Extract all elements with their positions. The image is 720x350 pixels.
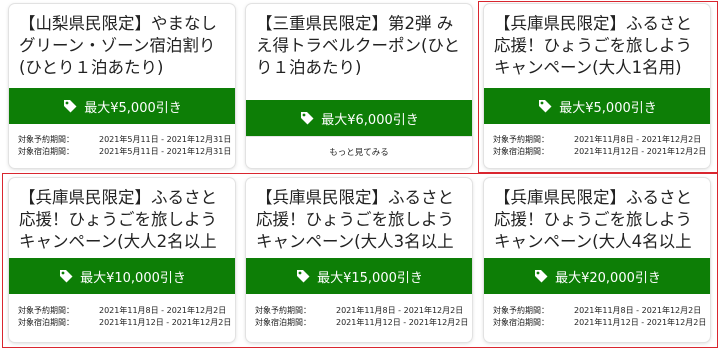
discount-label: 最大¥5,000引き (559, 100, 657, 116)
discount-button[interactable]: 最大¥5,000引き (484, 88, 710, 124)
coupon-card-yamanashi[interactable]: 【山梨県民限定】やまなしグリーン・ゾーン宿泊割り(ひとり１泊あたり) 最大¥5,… (9, 4, 235, 168)
booking-period-label: 対象予約期間： (493, 306, 549, 315)
see-more-label: もっと見てみる (329, 148, 389, 158)
stay-period-label: 対象宿泊期間： (493, 147, 549, 156)
discount-button[interactable]: 最大¥10,000引き (9, 258, 235, 294)
stay-period-value: 2021年11月12日 - 2021年12月2日 (99, 318, 232, 327)
discount-label: 最大¥10,000引き (80, 270, 186, 286)
coupon-title: 【山梨県民限定】やまなしグリーン・ゾーン宿泊割り(ひとり１泊あたり) (19, 14, 217, 77)
see-more-link[interactable]: もっと見てみる (246, 136, 472, 168)
coupon-card-hyogo-4[interactable]: 【兵庫県民限定】ふるさと応援！ひょうごを旅しようキャンペーン(大人4名以上用) … (484, 178, 710, 342)
booking-period-label: 対象予約期間： (18, 306, 74, 315)
booking-period-value: 2021年11月8日 - 2021年12月2日 (574, 135, 702, 144)
coupon-title: 【兵庫県民限定】ふるさと応援！ひょうごを旅しようキャンペーン(大人3名以上用) (256, 188, 454, 256)
booking-period-label: 対象予約期間： (493, 135, 549, 144)
coupon-periods: 対象予約期間： 2021年11月8日 - 2021年12月2日 対象宿泊期間： 20… (255, 305, 469, 329)
coupon-card-hyogo-2[interactable]: 【兵庫県民限定】ふるさと応援！ひょうごを旅しようキャンペーン(大人2名以上用) … (9, 178, 235, 342)
discount-label: 最大¥15,000引き (317, 270, 423, 286)
discount-button[interactable]: 最大¥5,000引き (9, 88, 235, 124)
stay-period-label: 対象宿泊期間： (255, 318, 311, 327)
discount-button[interactable]: 最大¥6,000引き (246, 100, 472, 136)
discount-label: 最大¥6,000引き (321, 112, 419, 128)
tag-icon (297, 270, 310, 283)
tag-icon (64, 100, 77, 113)
booking-period-value: 2021年11月8日 - 2021年12月2日 (99, 306, 227, 315)
coupon-title: 【兵庫県民限定】ふるさと応援！ひょうごを旅しようキャンペーン(大人1名用) (494, 14, 692, 77)
tag-icon (535, 270, 548, 283)
tag-icon (539, 100, 552, 113)
stay-period-label: 対象宿泊期間： (18, 318, 74, 327)
coupon-title: 【兵庫県民限定】ふるさと応援！ひょうごを旅しようキャンペーン(大人4名以上用) (494, 188, 692, 256)
booking-period-label: 対象予約期間： (255, 306, 311, 315)
stay-period-label: 対象宿泊期間： (493, 318, 549, 327)
stay-period-value: 2021年5月11日 - 2021年12月31日 (99, 147, 232, 156)
tag-icon (301, 112, 314, 125)
discount-label: 最大¥20,000引き (555, 270, 661, 286)
booking-period-value: 2021年11月8日 - 2021年12月2日 (336, 306, 464, 315)
coupon-periods: 対象予約期間： 2021年11月8日 - 2021年12月2日 対象宿泊期間： 20… (493, 134, 707, 158)
discount-label: 最大¥5,000引き (84, 100, 182, 116)
coupon-title: 【三重県民限定】第2弾 みえ得トラベルクーポン(ひとり１泊あたり) (256, 14, 460, 77)
coupon-card-hyogo-1[interactable]: 【兵庫県民限定】ふるさと応援！ひょうごを旅しようキャンペーン(大人1名用) 最大… (484, 4, 710, 168)
tag-icon (60, 270, 73, 283)
coupon-title: 【兵庫県民限定】ふるさと応援！ひょうごを旅しようキャンペーン(大人2名以上用) (19, 188, 217, 256)
stay-period-value: 2021年11月12日 - 2021年12月2日 (336, 318, 469, 327)
coupon-card-mie[interactable]: 【三重県民限定】第2弾 みえ得トラベルクーポン(ひとり１泊あたり) 最大¥6,0… (246, 4, 472, 168)
coupon-periods: 対象予約期間： 2021年5月11日 - 2021年12月31日 対象宿泊期間： 2… (18, 134, 232, 158)
discount-button[interactable]: 最大¥15,000引き (246, 258, 472, 294)
stay-period-label: 対象宿泊期間： (18, 147, 74, 156)
booking-period-value: 2021年11月8日 - 2021年12月2日 (574, 306, 702, 315)
coupon-card-hyogo-3[interactable]: 【兵庫県民限定】ふるさと応援！ひょうごを旅しようキャンペーン(大人3名以上用) … (246, 178, 472, 342)
coupon-periods: 対象予約期間： 2021年11月8日 - 2021年12月2日 対象宿泊期間： 20… (18, 305, 232, 329)
booking-period-value: 2021年5月11日 - 2021年12月31日 (99, 135, 232, 144)
stay-period-value: 2021年11月12日 - 2021年12月2日 (574, 318, 707, 327)
stay-period-value: 2021年11月12日 - 2021年12月2日 (574, 147, 707, 156)
discount-button[interactable]: 最大¥20,000引き (484, 258, 710, 294)
booking-period-label: 対象予約期間： (18, 135, 74, 144)
coupon-periods: 対象予約期間： 2021年11月8日 - 2021年12月2日 対象宿泊期間： 20… (493, 305, 707, 329)
